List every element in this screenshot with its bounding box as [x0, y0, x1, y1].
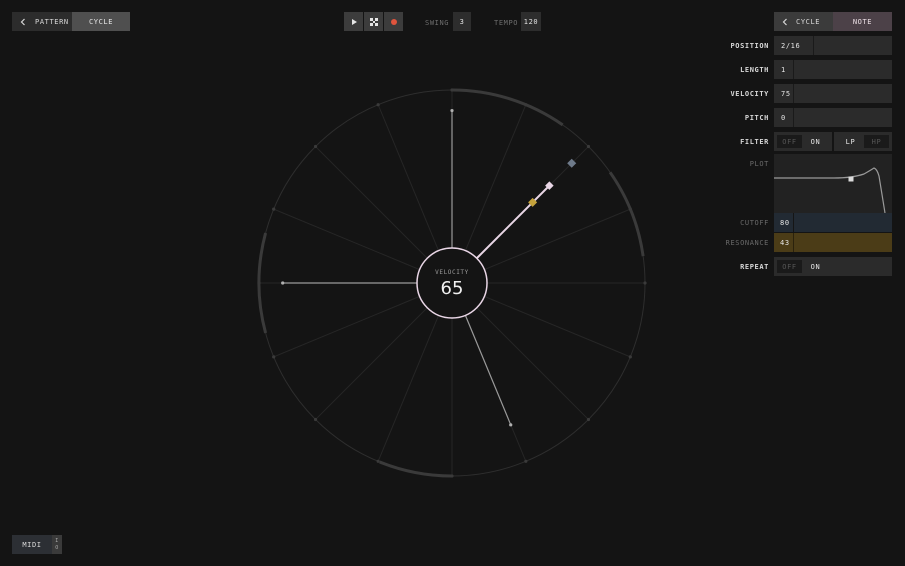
step-spoke[interactable] [377, 104, 440, 251]
tempo-field[interactable]: 120 [521, 12, 541, 31]
pattern-breadcrumb: PATTERN CYCLE [12, 12, 130, 31]
repeat-off-option[interactable]: OFF [777, 260, 802, 273]
repeat-on-option[interactable]: ON [802, 260, 829, 273]
cutoff-handle[interactable] [848, 176, 854, 182]
filter-on-option[interactable]: ON [802, 135, 829, 148]
position-label: POSITION [730, 42, 769, 50]
active-step-endpoint[interactable] [450, 108, 454, 113]
current-note-tab[interactable]: NOTE [833, 12, 892, 31]
pitch-label: PITCH [744, 114, 769, 122]
center-velocity-label: VELOCITY [435, 269, 469, 276]
step-spoke[interactable] [484, 208, 631, 271]
note-breadcrumb: CYCLE NOTE [774, 12, 892, 31]
arc-segment [379, 460, 453, 478]
velocity-value: 75 [774, 84, 794, 103]
chevron-left-icon [20, 18, 25, 25]
grid-button[interactable] [364, 12, 383, 31]
filter-off-option[interactable]: OFF [777, 135, 802, 148]
plot-label: PLOT [749, 160, 769, 168]
play-icon [351, 18, 357, 25]
back-to-pattern-button[interactable]: PATTERN [12, 12, 72, 31]
swing-field[interactable]: 3 [453, 12, 471, 31]
step-spoke[interactable] [484, 295, 631, 358]
step-spoke[interactable] [315, 146, 428, 259]
play-button[interactable] [344, 12, 363, 31]
length-label: LENGTH [740, 66, 769, 74]
step-spoke[interactable] [315, 307, 428, 420]
step-endpoint [450, 88, 454, 92]
resonance-label: RESONANCE [725, 239, 769, 247]
center-velocity-value: 65 [440, 278, 464, 299]
filter-toggle: OFF ON [774, 132, 832, 151]
midi-out-indicator: O [55, 544, 59, 551]
grid-icon [369, 17, 378, 26]
cutoff-slider[interactable]: 80 [774, 213, 892, 232]
filter-lp-option[interactable]: LP [837, 135, 864, 148]
step-endpoint [376, 103, 380, 107]
step-endpoint [272, 207, 276, 211]
pitch-field[interactable]: 0 [774, 108, 892, 127]
step-endpoint [450, 474, 454, 478]
midi-in-indicator: I [55, 537, 59, 544]
step-endpoint [524, 103, 528, 107]
step-spoke[interactable] [377, 315, 440, 462]
position-value: 2/16 [774, 36, 814, 55]
step-endpoint [313, 417, 318, 422]
position-field[interactable]: 2/16 [774, 36, 892, 55]
active-step-endpoint[interactable] [509, 423, 513, 427]
repeat-toggle: OFF ON [774, 257, 892, 276]
record-icon [390, 18, 397, 25]
midi-button[interactable]: MIDI [12, 535, 52, 554]
step-spoke[interactable] [476, 307, 589, 420]
filter-label: FILTER [740, 138, 769, 146]
step-endpoint [524, 459, 528, 463]
chevron-left-icon [782, 18, 787, 25]
step-endpoint [643, 281, 647, 285]
velocity-field[interactable]: 75 [774, 84, 892, 103]
active-step-line[interactable] [464, 315, 512, 426]
arc-segment [608, 171, 645, 257]
step-endpoint [257, 281, 261, 285]
step-endpoint [628, 207, 632, 211]
length-value: 1 [774, 60, 794, 79]
repeat-label: REPEAT [740, 263, 769, 271]
step-endpoint [586, 144, 591, 149]
velocity-label: VELOCITY [730, 90, 769, 98]
filter-mode-toggle: LP HP [834, 132, 892, 151]
step-spoke[interactable] [273, 208, 420, 271]
active-step-endpoint[interactable] [281, 281, 285, 285]
step-spoke[interactable] [464, 104, 527, 251]
filter-hp-option[interactable]: HP [864, 135, 889, 148]
record-button[interactable] [384, 12, 403, 31]
step-spoke[interactable] [273, 295, 420, 358]
cutoff-value: 80 [774, 213, 794, 232]
resonance-value: 43 [774, 233, 794, 252]
current-cycle-tab[interactable]: CYCLE [72, 12, 130, 31]
resonance-slider[interactable]: 43 [774, 233, 892, 252]
length-field[interactable]: 1 [774, 60, 892, 79]
swing-label: SWING [425, 19, 450, 27]
back-to-cycle-button[interactable]: CYCLE [774, 12, 833, 31]
step-endpoint [376, 459, 380, 463]
back-label: PATTERN [35, 17, 69, 26]
arc-segment [451, 88, 564, 127]
step-endpoint [272, 355, 276, 359]
step-endpoint [586, 417, 591, 422]
midi-io-indicator: I O [52, 535, 62, 554]
step-endpoint [628, 355, 632, 359]
cutoff-label: CUTOFF [740, 219, 769, 227]
tempo-label: TEMPO [494, 19, 519, 27]
back-label: CYCLE [796, 17, 821, 26]
filter-curve [774, 167, 886, 214]
midi-panel: MIDI I O [12, 535, 62, 554]
filter-plot[interactable] [774, 154, 892, 214]
step-endpoint [313, 144, 318, 149]
pitch-value: 0 [774, 108, 794, 127]
